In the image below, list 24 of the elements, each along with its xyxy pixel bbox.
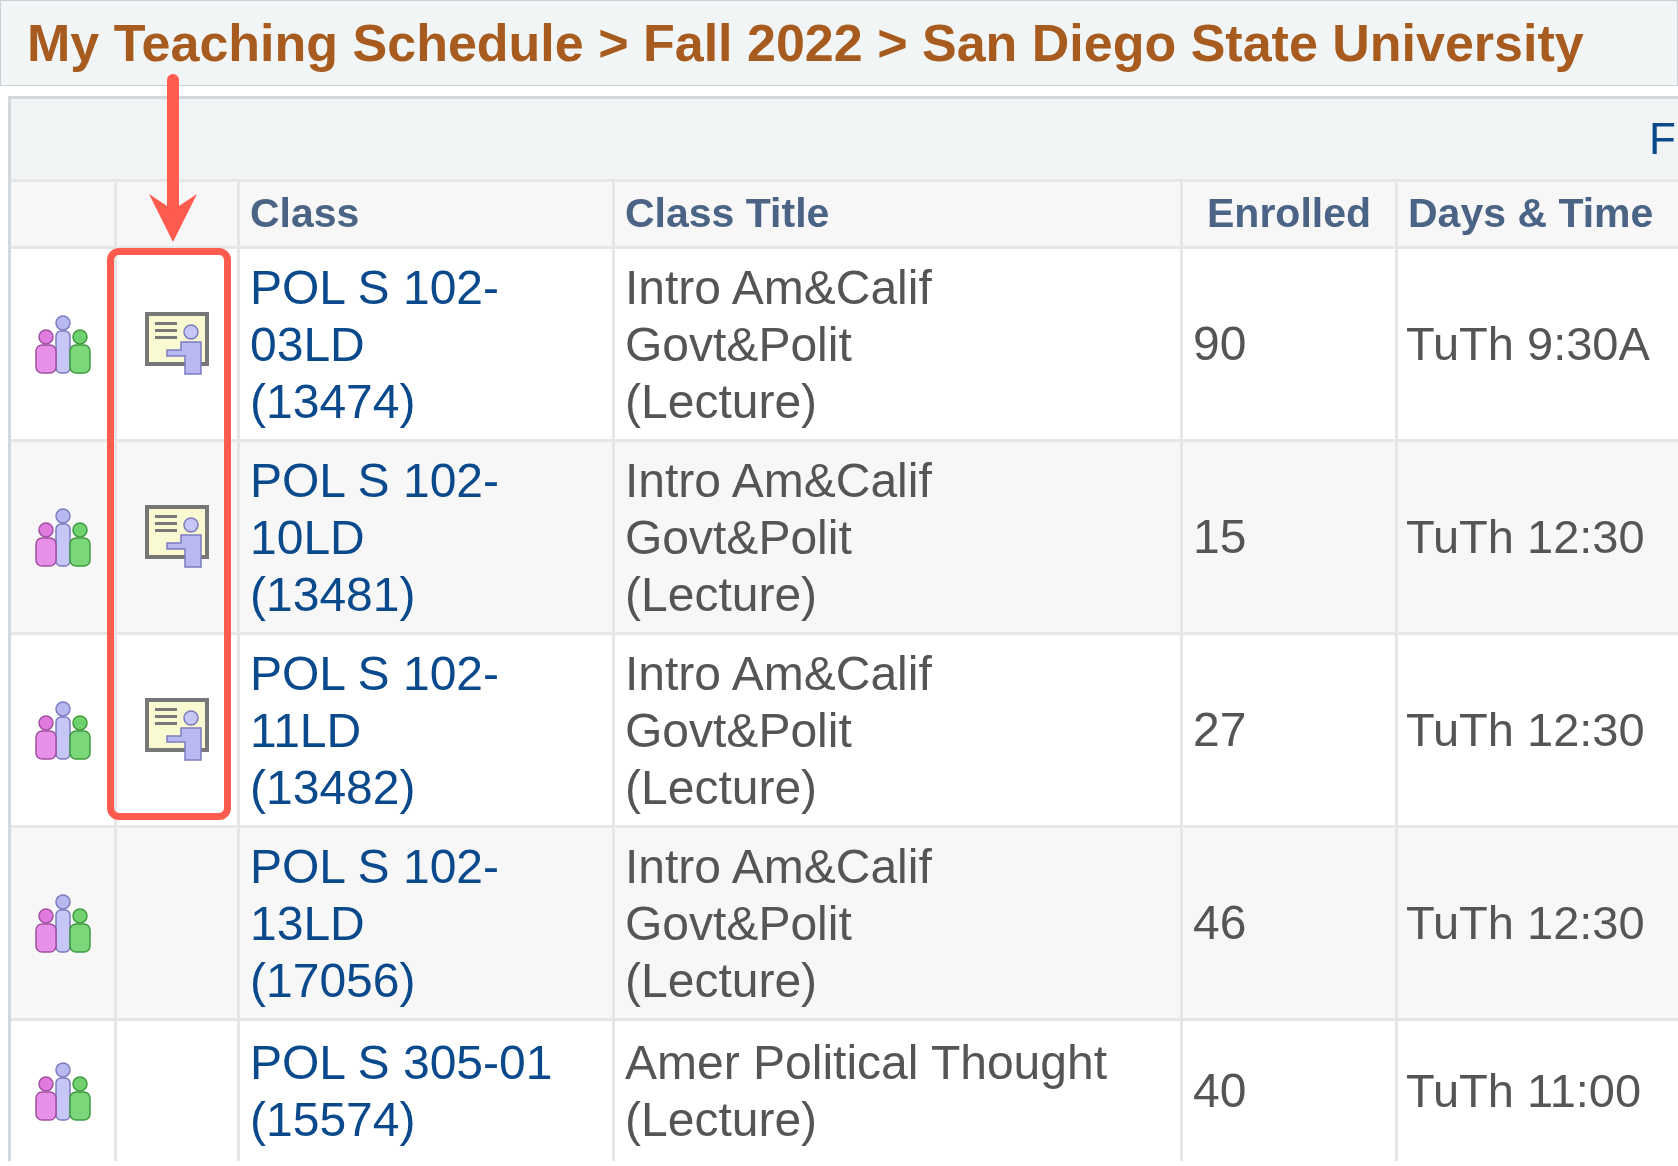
column-header: Days & Time (1398, 182, 1678, 246)
presenter-board-icon[interactable] (145, 505, 209, 569)
column-header: Class Title (615, 182, 1180, 246)
days-times: TuTh 11:00 (1406, 1062, 1642, 1119)
presenter-board-icon[interactable] (145, 312, 209, 376)
enrolled-count: 46 (1193, 895, 1247, 951)
column-header: Enrolled (1183, 182, 1395, 246)
class-title: Intro Am&Calif Govt&Polit (Lecture) (625, 452, 933, 623)
days-times: TuTh 12:30 (1406, 894, 1645, 951)
enrolled-count: 90 (1193, 316, 1247, 372)
toolbar-link[interactable]: F (1649, 106, 1676, 172)
enrolled-count: 27 (1193, 702, 1247, 758)
days-times: TuTh 9:30A (1406, 315, 1650, 372)
days-times: TuTh 12:30 (1406, 701, 1645, 758)
page-title: My Teaching Schedule > Fall 2022 > San Diego State University (27, 13, 1584, 74)
class-title: Intro Am&Calif Govt&Polit (Lecture) (625, 259, 933, 430)
presenter-board-icon[interactable] (145, 698, 209, 762)
class-title: Amer Political Thought (Lecture) (625, 1035, 1107, 1148)
column-header: Class (240, 182, 612, 246)
days-times: TuTh 12:30 (1406, 508, 1645, 565)
class-title: Intro Am&Calif Govt&Polit (Lecture) (625, 645, 933, 816)
enrolled-count: 40 (1193, 1063, 1247, 1119)
class-title: Intro Am&Calif Govt&Polit (Lecture) (625, 838, 933, 1009)
enrolled-count: 15 (1193, 509, 1247, 565)
